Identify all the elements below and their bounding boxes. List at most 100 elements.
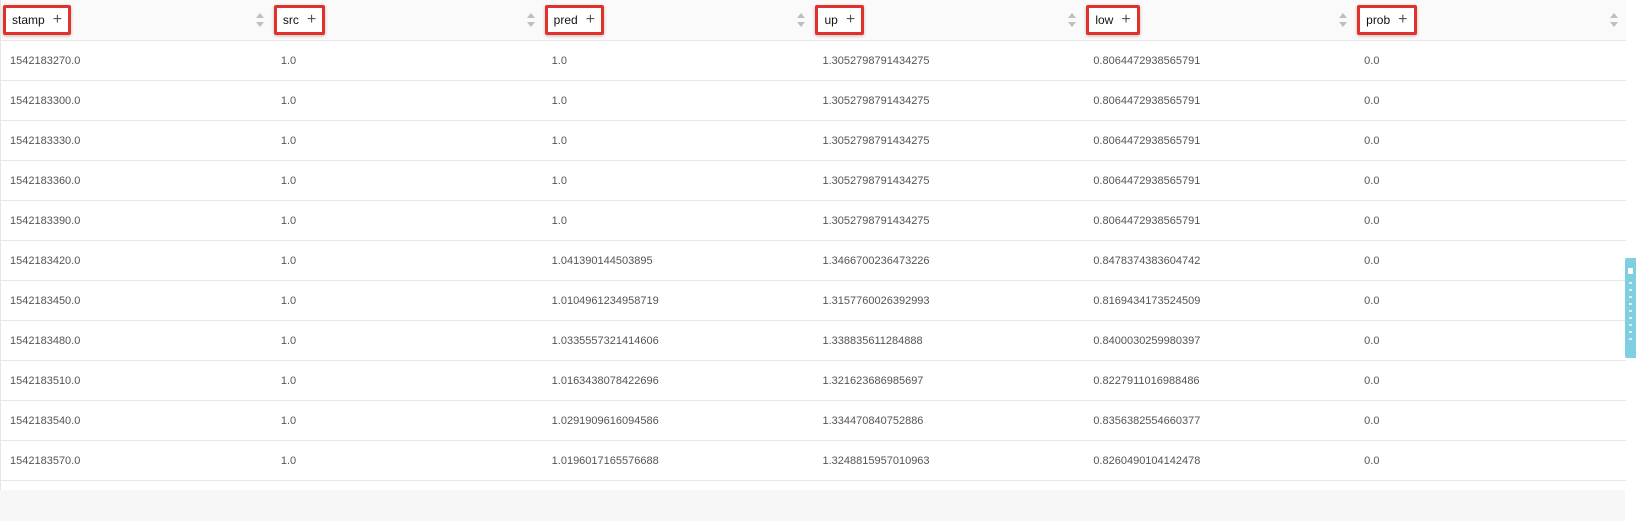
- cell-src: 1.0: [280, 454, 297, 467]
- cell-low: 0.8400030259980397: [1093, 334, 1201, 347]
- table-row[interactable]: 1542183300.0 1.0 1.0 1.3052798791434275 …: [1, 81, 1626, 121]
- cell-stamp: 1542183270.0: [10, 54, 81, 67]
- cell-prob: 0.0: [1364, 454, 1380, 467]
- add-column-icon[interactable]: +: [846, 12, 855, 28]
- table-row[interactable]: 1542183270.0 1.0 1.0 1.3052798791434275 …: [1, 41, 1626, 81]
- add-column-icon[interactable]: +: [1398, 12, 1407, 28]
- table-row[interactable]: 1542183540.0 1.0 1.0291909616094586 1.33…: [1, 401, 1626, 441]
- cell-stamp: 1542183540.0: [10, 414, 81, 427]
- cell-low: 0.8064472938565791: [1093, 134, 1201, 147]
- add-column-icon[interactable]: +: [307, 12, 316, 28]
- cell-up: 1.3248815957010963: [822, 454, 930, 467]
- cell-low: 0.8064472938565791: [1093, 54, 1201, 67]
- cell-stamp: 1542183390.0: [10, 214, 81, 227]
- add-column-icon[interactable]: +: [53, 12, 62, 28]
- cell-src: 1.0: [280, 134, 297, 147]
- data-table-view: stamp + src + pred + up + low + prob + 1…: [0, 0, 1636, 521]
- cell-pred: 1.0: [551, 174, 567, 187]
- cell-up: 1.321623686985697: [822, 374, 924, 387]
- cell-stamp: 1542183570.0: [10, 454, 81, 467]
- table-row[interactable]: 1542183510.0 1.0 1.0163438078422696 1.32…: [1, 361, 1626, 401]
- table-header: stamp + src + pred + up + low + prob +: [1, 0, 1626, 41]
- column-label: src: [282, 13, 299, 27]
- add-column-icon[interactable]: +: [586, 12, 595, 28]
- cell-pred: 1.0: [551, 134, 567, 147]
- cell-low: 0.8478374383604742: [1093, 254, 1201, 267]
- cell-prob: 0.0: [1364, 94, 1380, 107]
- cell-stamp: 1542183480.0: [10, 334, 81, 347]
- cell-pred: 1.0196017165576688: [551, 454, 659, 467]
- cell-up: 1.3052798791434275: [822, 174, 930, 187]
- panel-toggle-icon: [1628, 268, 1633, 274]
- panel-tab-grip: [1629, 282, 1632, 342]
- table-row[interactable]: 1542183480.0 1.0 1.0335557321414606 1.33…: [1, 321, 1626, 361]
- column-highlight-box: prob +: [1357, 5, 1417, 35]
- cell-up: 1.3052798791434275: [822, 214, 930, 227]
- cell-up: 1.334470840752886: [822, 414, 924, 427]
- cell-stamp: 1542183300.0: [10, 94, 81, 107]
- column-header-up[interactable]: up +: [813, 0, 1084, 40]
- cell-pred: 1.0104961234958719: [551, 294, 659, 307]
- column-highlight-box: up +: [815, 5, 865, 35]
- sort-icon[interactable]: [255, 13, 264, 27]
- cell-prob: 0.0: [1364, 374, 1380, 387]
- cell-up: 1.3052798791434275: [822, 134, 930, 147]
- cell-up: 1.3052798791434275: [822, 54, 930, 67]
- cell-pred: 1.0: [551, 214, 567, 227]
- column-header-prob[interactable]: prob +: [1355, 0, 1626, 40]
- cell-src: 1.0: [280, 414, 297, 427]
- cell-prob: 0.0: [1364, 174, 1380, 187]
- column-header-low[interactable]: low +: [1084, 0, 1355, 40]
- column-label: pred: [553, 13, 578, 27]
- cell-src: 1.0: [280, 94, 297, 107]
- cell-src: 1.0: [280, 294, 297, 307]
- cell-src: 1.0: [280, 54, 297, 67]
- table-row[interactable]: 1542183390.0 1.0 1.0 1.3052798791434275 …: [1, 201, 1626, 241]
- cell-low: 0.8356382554660377: [1093, 414, 1201, 427]
- cell-prob: 0.0: [1364, 214, 1380, 227]
- column-header-stamp[interactable]: stamp +: [1, 0, 272, 40]
- table-row[interactable]: 1542183420.0 1.0 1.041390144503895 1.346…: [1, 241, 1626, 281]
- cell-low: 0.8260490104142478: [1093, 454, 1201, 467]
- cell-src: 1.0: [280, 374, 297, 387]
- cell-stamp: 1542183420.0: [10, 254, 81, 267]
- cell-pred: 1.0: [551, 54, 567, 67]
- cell-src: 1.0: [280, 254, 297, 267]
- cell-prob: 0.0: [1364, 414, 1380, 427]
- cell-src: 1.0: [280, 214, 297, 227]
- column-header-src[interactable]: src +: [272, 0, 543, 40]
- sort-icon[interactable]: [1068, 13, 1077, 27]
- cell-stamp: 1542183510.0: [10, 374, 81, 387]
- column-highlight-box: stamp +: [3, 5, 72, 35]
- cell-prob: 0.0: [1364, 134, 1380, 147]
- sort-icon[interactable]: [526, 13, 535, 27]
- cell-pred: 1.0291909616094586: [551, 414, 659, 427]
- column-label: low: [1095, 13, 1114, 27]
- cell-low: 0.8169434173524509: [1093, 294, 1201, 307]
- cell-prob: 0.0: [1364, 334, 1380, 347]
- add-column-icon[interactable]: +: [1121, 12, 1130, 28]
- column-label: prob: [1366, 13, 1391, 27]
- table-row[interactable]: 1542183570.0 1.0 1.0196017165576688 1.32…: [1, 441, 1626, 481]
- table-bottom-edge: [0, 490, 1625, 521]
- cell-stamp: 1542183360.0: [10, 174, 81, 187]
- column-header-pred[interactable]: pred +: [543, 0, 814, 40]
- column-highlight-box: low +: [1086, 5, 1140, 35]
- table-row[interactable]: 1542183330.0 1.0 1.0 1.3052798791434275 …: [1, 121, 1626, 161]
- cell-up: 1.3466700236473226: [822, 254, 930, 267]
- side-panel-tab[interactable]: [1625, 258, 1636, 358]
- sort-icon[interactable]: [1609, 13, 1618, 27]
- cell-low: 0.8064472938565791: [1093, 94, 1201, 107]
- cell-low: 0.8227911016988486: [1093, 374, 1200, 387]
- cell-prob: 0.0: [1364, 294, 1380, 307]
- cell-prob: 0.0: [1364, 254, 1380, 267]
- cell-prob: 0.0: [1364, 54, 1380, 67]
- cell-pred: 1.041390144503895: [551, 254, 653, 267]
- column-highlight-box: pred +: [544, 5, 605, 35]
- table-row[interactable]: 1542183360.0 1.0 1.0 1.3052798791434275 …: [1, 161, 1626, 201]
- sort-icon[interactable]: [1339, 13, 1348, 27]
- cell-src: 1.0: [280, 334, 297, 347]
- column-label: up: [824, 13, 838, 27]
- table-row[interactable]: 1542183450.0 1.0 1.0104961234958719 1.31…: [1, 281, 1626, 321]
- sort-icon[interactable]: [797, 13, 806, 27]
